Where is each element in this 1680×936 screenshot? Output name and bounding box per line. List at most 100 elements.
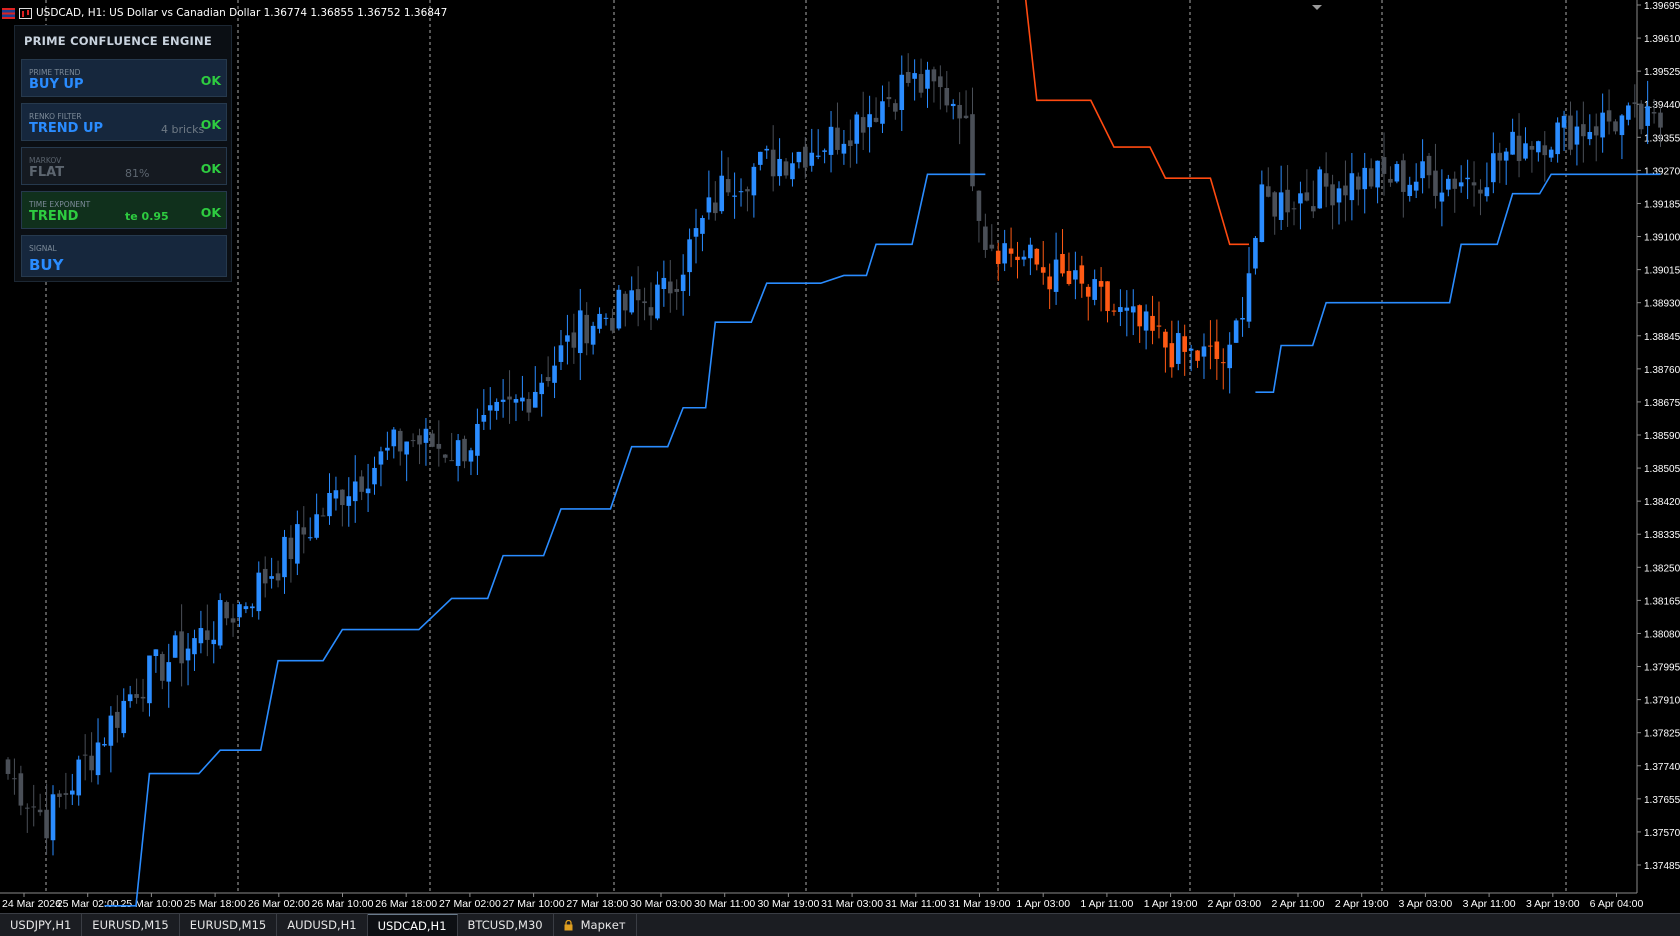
candle-body [571,332,577,348]
candle-body [1561,115,1567,128]
candle-body [603,317,609,319]
candle-body [1484,187,1490,197]
candle-body [307,537,313,539]
tab-label: Маркет [580,918,626,932]
time-tick-label: 25 Mar 18:00 [184,898,246,910]
candle-body [442,454,448,458]
candle-body [1593,126,1599,136]
candle-body [1015,256,1020,261]
chart-area[interactable]: 24 Mar 2026 25 Mar 02:00 25 Mar 10:00 25 Ma… [0,0,1680,913]
time-tick-label: 1 Apr 11:00 [1080,898,1133,910]
candle-body [667,281,673,294]
candle-body [1040,267,1046,273]
candle-body [430,433,435,447]
candle-body [629,290,635,313]
candle-body [841,143,847,154]
candle-body [674,288,680,292]
candle-body [262,568,268,584]
candle-body [140,696,146,699]
candle-body [687,239,692,273]
candle-body [970,114,975,187]
candle-body [577,310,583,354]
trailing-stop-line [1024,0,1249,246]
price-tick-label: 1.38335 [1644,530,1680,541]
time-tick-label: 30 Mar 19:00 [757,898,819,910]
candle-body [1523,143,1528,159]
candle-body [1600,112,1605,138]
candle-body [880,101,885,124]
candle-body [1240,317,1245,320]
candle-body [237,604,242,618]
candle-body [745,189,750,192]
candle-body [57,793,62,797]
candle-body [725,179,731,193]
tab-usdcad-h1[interactable]: USDCAD,H1 [367,914,458,936]
candle-body [1606,110,1612,122]
candle-body [1317,169,1323,209]
time-tick-label: 26 Mar 02:00 [248,898,310,910]
price-tick-label: 1.38675 [1644,398,1680,409]
candle-body [989,244,995,249]
card-value: TREND [29,209,79,224]
chart-title: USDCAD, H1: US Dollar vs Canadian Dollar… [36,7,448,19]
time-tick-label: 1 Apr 03:00 [1016,898,1070,910]
chart-tabs: USDJPY,H1 EURUSD,M15 EURUSD,M15 AUDUSD,H1 US… [0,913,1680,936]
time-tick-label: 25 Mar 10:00 [120,898,182,910]
tab-audusd-h1[interactable]: AUDUSD,H1 [277,914,368,936]
candle-body [1574,126,1580,145]
candle-body [1201,346,1207,357]
candle-body [1323,173,1329,187]
candle-body [192,638,197,655]
candle-body [224,602,229,619]
candle-body [944,87,950,106]
time-tick-label: 30 Mar 11:00 [694,898,755,910]
price-tick-label: 1.38250 [1644,563,1680,574]
time-tick-label: 24 Mar 2026 [2,898,61,910]
candle-body [513,399,519,403]
candle-body [828,126,834,155]
tab-usdjpy-h1[interactable]: USDJPY,H1 [0,914,83,936]
candle-body [1343,185,1348,196]
price-tick-label: 1.39185 [1644,199,1680,210]
candle-body [31,806,37,808]
price-tick-label: 1.37655 [1644,795,1680,806]
candle-body [1356,176,1361,190]
price-tick-label: 1.38845 [1644,332,1680,343]
candle-body [751,166,757,196]
tab-btcusd-m30[interactable]: BTCUSD,M30 [458,914,554,936]
price-tick-label: 1.38080 [1644,629,1680,640]
chart-title-bar: USDCAD, H1: US Dollar vs Canadian Dollar… [2,4,447,22]
candle-body [893,103,898,112]
candle-body [333,490,339,499]
time-tick-label: 25 Mar 02:00 [57,898,119,910]
tab-eurusd-m15[interactable]: EURUSD,M15 [180,914,278,936]
candle-body [963,115,969,119]
card-value: BUY [29,256,64,274]
candle-body [89,755,94,771]
price-chart[interactable]: 24 Mar 202625 Mar 02:00 25 Mar 10:00 25 Ma… [0,0,1680,913]
candle-body [1613,121,1618,132]
candle-body [706,197,712,213]
time-tick-label: 2 Apr 19:00 [1335,898,1389,910]
candle-body [616,289,622,329]
candle-body [1304,192,1310,201]
candle-body [1626,105,1631,120]
tab-eurusd-m15[interactable]: EURUSD,M15 [82,914,180,936]
price-tick-label: 1.39100 [1644,233,1680,244]
candle-body [1368,168,1374,187]
price-tick-label: 1.39355 [1644,133,1680,144]
candle-body [1079,265,1085,284]
candle-body [873,117,879,122]
tab-маркет[interactable]: Маркет [554,914,637,936]
candle-body [1407,184,1413,197]
candle-body [835,127,840,150]
candle-body [185,648,191,661]
candle-body [340,489,345,506]
candle-body [648,307,654,316]
candle-body [912,73,917,79]
candle-body [848,140,853,147]
candle-body [1008,248,1014,254]
candle-body [610,317,615,331]
candle-body [1021,256,1027,260]
card-label: RENKO FILTER [29,112,82,121]
